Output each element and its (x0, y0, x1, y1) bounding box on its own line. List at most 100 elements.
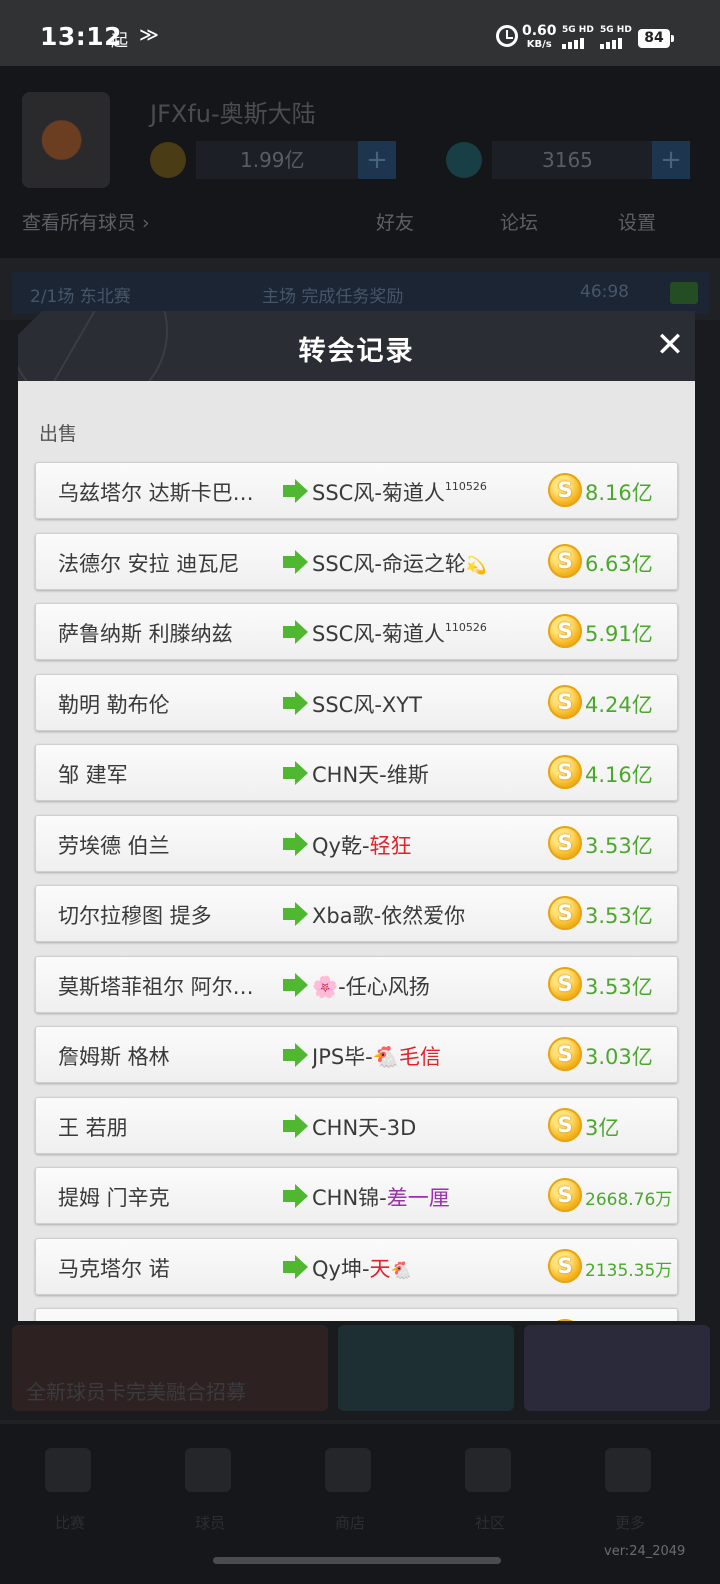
status-bar: 13:12 起 ≫ 0.60 KB/s 5G HD 5G HD 84 (0, 0, 720, 66)
promo-card-label: 全新球员卡完美融合招募 (26, 1380, 246, 1404)
transfer-price: 2135.35万 (585, 1260, 673, 1281)
transfer-arrow-icon (283, 1113, 309, 1138)
buyer-club: 🌸-任心风扬 (312, 974, 430, 999)
tab-icon-more[interactable] (605, 1448, 651, 1492)
promo-card[interactable] (524, 1325, 710, 1411)
transfer-arrow-icon (283, 1254, 309, 1279)
settings-link[interactable]: 设置 (618, 208, 656, 235)
transfer-price: 3.53亿 (585, 904, 653, 928)
tab-label: 商店 (335, 1514, 366, 1532)
transfer-arrow-icon (283, 761, 309, 785)
tab-icon-community[interactable] (465, 1448, 511, 1492)
transfer-row[interactable]: 邹 建军 CHN天-维斯 S 4.16亿 (35, 744, 678, 801)
notification-icon: 起 (111, 31, 128, 51)
buyer-club: SSC风-菊道人110526 (312, 480, 487, 505)
transfer-arrow-icon (283, 549, 309, 574)
transfer-arrow-icon (283, 479, 309, 503)
buyer-club: Qy乾-轻狂 (312, 833, 412, 858)
view-players-link[interactable]: 查看所有球员 › (22, 208, 150, 235)
buyer-club: SSC风-命运之轮💫 (312, 551, 488, 576)
transfer-row[interactable] (35, 1308, 678, 1321)
coin-icon: S (548, 1107, 582, 1142)
coin-icon: S (548, 614, 582, 648)
transfer-row[interactable]: 王 若朋 CHN天-3D S 3亿 (35, 1096, 678, 1154)
add-diamond-button[interactable]: + (652, 141, 690, 179)
app-notification-icon: ≫ (139, 24, 159, 46)
tab-icon-match[interactable] (45, 1448, 91, 1492)
transfer-records-dialog: 转会记录 ✕ 出售 乌兹塔尔 达斯卡巴… SSC风-菊道人110526 S 8.16亿… (18, 311, 695, 1321)
transfer-price: 2668.76万 (585, 1190, 673, 1210)
buyer-club: Qy坤-天🐔 (312, 1256, 412, 1281)
player-name: 提姆 门辛克 (58, 1186, 170, 1210)
tab-label: 更多 (615, 1514, 646, 1532)
transfer-row[interactable]: 乌兹塔尔 达斯卡巴… SSC风-菊道人110526 S 8.16亿 (35, 462, 678, 519)
transfer-row[interactable]: 法德尔 安拉 迪瓦尼 SSC风-命运之轮💫 S 6.63亿 (35, 532, 678, 590)
coin-icon: S (548, 966, 582, 1001)
transfer-price: 3.03亿 (585, 1045, 653, 1069)
tab-label: 比赛 (55, 1514, 86, 1532)
player-name: 詹姆斯 格林 (58, 1045, 170, 1069)
coin-icon: S (548, 684, 582, 719)
dialog-title: 转会记录 (298, 336, 415, 367)
status-time: 13:12 (40, 22, 123, 51)
transfer-arrow-icon (283, 690, 309, 715)
coin-icon: S (548, 896, 582, 930)
home-indicator[interactable] (213, 1557, 501, 1564)
forum-link[interactable]: 论坛 (500, 208, 538, 235)
transfer-row[interactable]: 勒明 勒布伦 SSC风-XYT S 4.24亿 (35, 673, 678, 731)
transfer-row[interactable]: 劳埃德 伯兰 Qy乾-轻狂 S 3.53亿 (35, 814, 678, 872)
friends-link[interactable]: 好友 (376, 208, 414, 235)
buyer-club: CHN锦-差一厘 (312, 1186, 450, 1210)
transfer-row[interactable]: 詹姆斯 格林 JPS毕-🐔毛信 S 3.03亿 (35, 1026, 678, 1083)
transfer-arrow-icon (283, 620, 309, 644)
coin-icon: S (548, 755, 582, 789)
version-label: ver:24_2049 (604, 1544, 686, 1559)
transfer-price: 6.63亿 (585, 551, 653, 576)
add-gold-button[interactable]: + (358, 141, 396, 179)
transfer-row[interactable]: 莫斯塔菲祖尔 阿尔… 🌸-任心风扬 S 3.53亿 (35, 955, 678, 1013)
transfer-arrow-icon (283, 1184, 309, 1208)
transfer-price: 3.53亿 (585, 833, 653, 858)
buyer-club: JPS毕-🐔毛信 (312, 1045, 441, 1069)
promo-card[interactable] (338, 1325, 514, 1411)
coin-icon: S (548, 543, 582, 578)
player-name: 法德尔 安拉 迪瓦尼 (58, 551, 240, 576)
buyer-club: CHN天-维斯 (312, 763, 429, 787)
coin-icon (548, 1319, 582, 1321)
match-strip[interactable]: 2/1场 东北赛 主场 完成任务奖励 46:98 (12, 272, 710, 314)
transfer-price: 3.53亿 (585, 974, 653, 999)
transfer-row[interactable]: 提姆 门辛克 CHN锦-差一厘 S 2668.76万 (35, 1167, 678, 1224)
buyer-club: SSC风-XYT (312, 692, 422, 717)
transfer-row[interactable]: 切尔拉穆图 提多 Xba歌-依然爱你 S 3.53亿 (35, 885, 678, 942)
buyer-club: SSC风-菊道人110526 (312, 621, 487, 646)
transfer-row[interactable]: 马克塔尔 诺 Qy坤-天🐔 S 2135.35万 (35, 1237, 678, 1295)
tab-label: 球员 (195, 1514, 226, 1532)
section-label-sold: 出售 (39, 423, 78, 445)
tab-icon-players[interactable] (185, 1448, 231, 1492)
transfer-row[interactable]: 萨鲁纳斯 利滕纳兹 SSC风-菊道人110526 S 5.91亿 (35, 603, 678, 660)
signal-icon-sim1: 5G HD (562, 25, 596, 49)
dialog-body[interactable]: 出售 乌兹塔尔 达斯卡巴… SSC风-菊道人110526 S 8.16亿 法德尔 安拉 … (18, 381, 695, 1321)
close-icon[interactable]: ✕ (652, 327, 688, 363)
tab-label: 社区 (475, 1514, 506, 1532)
transfer-arrow-icon (283, 1043, 309, 1067)
transfer-price: 4.16亿 (585, 763, 653, 787)
coin-icon: S (548, 825, 582, 860)
diamond-icon (446, 142, 482, 178)
coin-icon: S (548, 473, 582, 507)
gold-coin-icon (150, 142, 186, 178)
coin-icon: S (548, 1037, 582, 1071)
player-name: 勒明 勒布伦 (58, 692, 170, 717)
transfer-arrow-icon (283, 902, 309, 926)
player-name: 莫斯塔菲祖尔 阿尔… (58, 974, 254, 999)
network-speed: 0.60 KB/s (522, 23, 557, 50)
player-name: 乌兹塔尔 达斯卡巴… (58, 481, 254, 505)
player-name: 萨鲁纳斯 利滕纳兹 (58, 622, 233, 646)
buyer-club: Xba歌-依然爱你 (312, 904, 466, 928)
coin-icon: S (548, 1178, 582, 1212)
transfer-price: 4.24亿 (585, 692, 653, 717)
team-logo (22, 92, 110, 188)
team-name: JFXfu-奥斯大陆 (150, 100, 316, 128)
player-name: 劳埃德 伯兰 (58, 833, 170, 858)
tab-icon-shop[interactable] (325, 1448, 371, 1492)
